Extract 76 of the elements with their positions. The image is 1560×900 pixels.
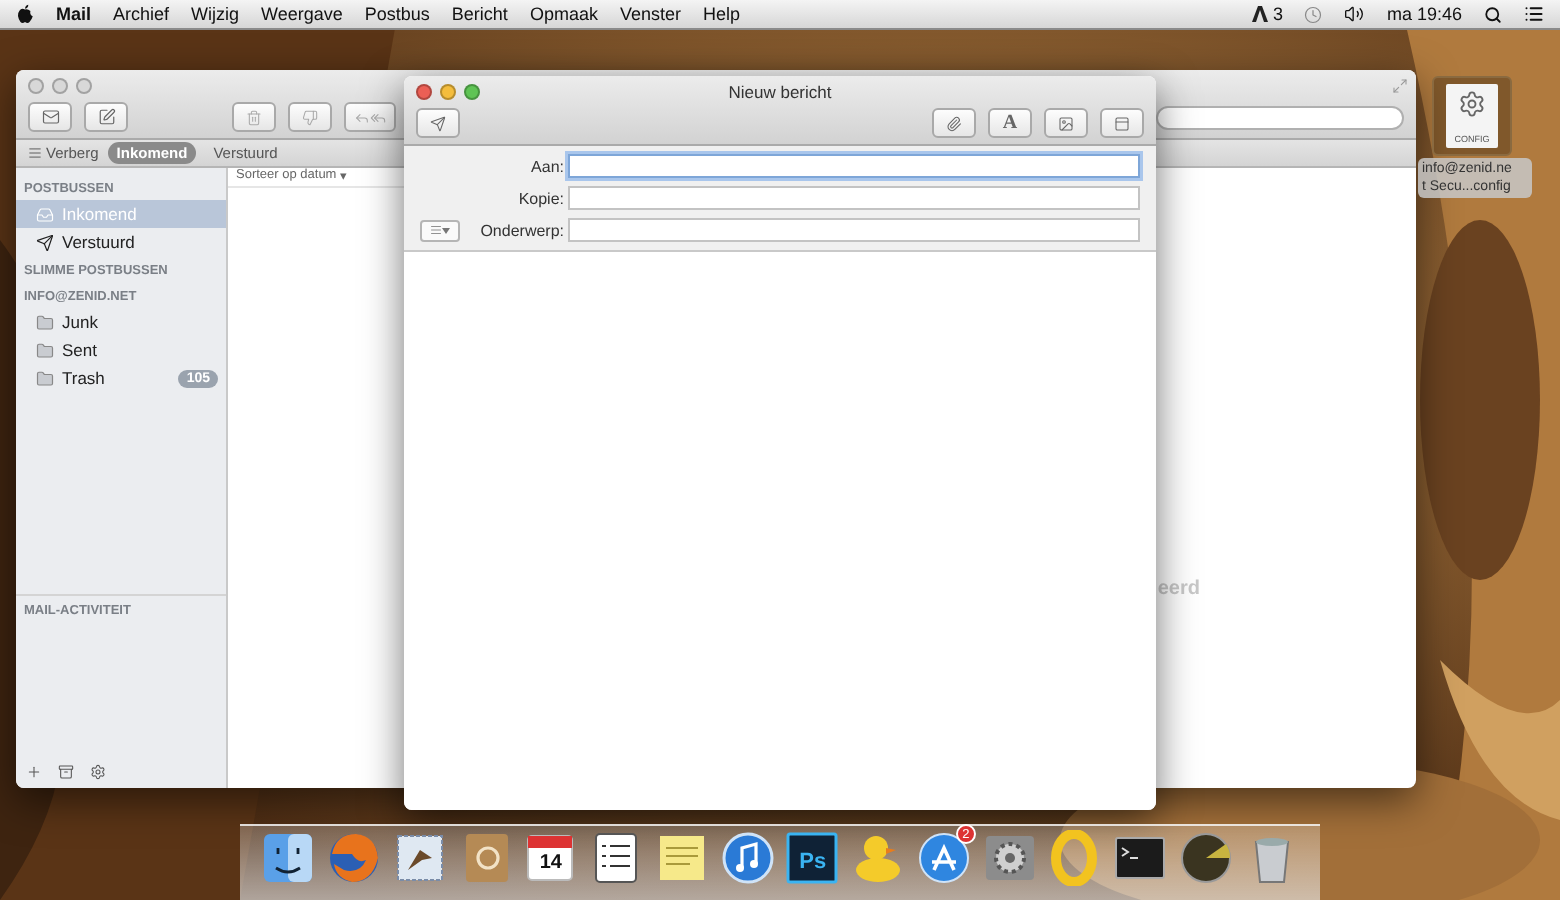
paper-plane-icon	[36, 233, 54, 251]
lines-icon	[430, 224, 442, 236]
get-mail-button[interactable]	[28, 102, 72, 132]
compose-button[interactable]	[84, 102, 128, 132]
close-button[interactable]	[28, 78, 44, 94]
input-field[interactable]	[568, 186, 1140, 210]
menu-item[interactable]: Opmaak	[529, 4, 598, 24]
search-icon[interactable]	[1484, 5, 1502, 23]
trash-icon	[246, 109, 262, 125]
template-button[interactable]	[1100, 108, 1144, 138]
menu-item[interactable]: Bericht	[451, 4, 508, 24]
clock-icon[interactable]	[1304, 5, 1323, 23]
update-count: 3	[1272, 4, 1283, 24]
junk-button[interactable]	[288, 102, 332, 132]
folder-icon	[36, 313, 54, 331]
image-icon	[1058, 115, 1074, 131]
mailbox-item[interactable]: Sent	[16, 336, 226, 364]
input-field[interactable]	[568, 218, 1140, 242]
minimize-button[interactable]	[440, 84, 456, 100]
settings-icon[interactable]	[90, 764, 106, 780]
reply-button[interactable]	[344, 102, 396, 132]
gear-icon[interactable]	[981, 830, 1038, 886]
apple-logo-icon[interactable]	[16, 4, 34, 24]
menu-item[interactable]: Postbus	[364, 4, 430, 24]
reply-icon	[354, 109, 370, 125]
music-note-icon[interactable]	[719, 830, 776, 886]
folder-icon	[36, 341, 54, 359]
volume-icon[interactable]	[1344, 4, 1365, 24]
window-title: Nieuw bericht	[726, 82, 834, 102]
fullscreen-icon[interactable]	[1392, 78, 1408, 94]
send-button[interactable]	[416, 108, 460, 138]
bird-stamp-icon[interactable]	[391, 830, 448, 886]
archive-icon[interactable]	[58, 764, 74, 780]
photo-button[interactable]	[1044, 108, 1088, 138]
zoom-button[interactable]	[76, 78, 92, 94]
minimize-button[interactable]	[52, 78, 68, 94]
window-icon	[1114, 115, 1130, 131]
mailbox-item[interactable]: Junk	[16, 308, 226, 336]
caret-icon	[442, 227, 450, 233]
menu-item[interactable]: Venster	[619, 4, 681, 24]
paper-plane-icon	[430, 115, 446, 131]
face-icon[interactable]	[260, 830, 317, 886]
envelope-icon	[41, 108, 59, 126]
lines-icon	[28, 146, 42, 160]
paperclip-button[interactable]	[932, 108, 976, 138]
calendar-icon[interactable]: 14	[522, 830, 579, 886]
pencil-square-icon	[97, 108, 115, 126]
mailbox-item[interactable]: Verstuurd	[16, 228, 226, 256]
field-label: Aan:	[529, 157, 564, 175]
photoshop-icon[interactable]: Ps	[784, 830, 841, 886]
radar-icon[interactable]	[1177, 830, 1234, 886]
menu-item[interactable]: Weergave	[261, 4, 343, 24]
reply-all-icon	[370, 109, 386, 125]
fonts-button[interactable]: A	[988, 108, 1032, 138]
format-menu-button[interactable]	[420, 219, 460, 241]
delete-button[interactable]	[232, 102, 276, 132]
folder-icon	[36, 369, 54, 387]
inbox-icon	[36, 205, 54, 223]
adobe-a-icon[interactable]	[1252, 6, 1269, 22]
menu-item[interactable]: Archief	[113, 4, 170, 24]
thumbs-down-icon	[302, 109, 318, 125]
field-label: Kopie:	[516, 189, 564, 207]
gear-icon	[1458, 90, 1486, 118]
close-button[interactable]	[416, 84, 432, 100]
menu-item[interactable]: Wijzig	[191, 4, 240, 24]
clock[interactable]: ma 19:46	[1386, 4, 1462, 24]
list-icon[interactable]	[1524, 4, 1544, 24]
paperclip-icon	[946, 115, 962, 131]
field-label: Onderwerp:	[478, 221, 564, 239]
zoom-button[interactable]	[464, 84, 480, 100]
app-menu[interactable]: Mail	[56, 4, 92, 24]
input-field[interactable]	[568, 154, 1140, 178]
menu-item[interactable]: Help	[702, 4, 740, 24]
search-field[interactable]	[1156, 105, 1404, 129]
add-icon[interactable]	[26, 764, 42, 780]
ring-icon[interactable]	[1046, 830, 1103, 886]
